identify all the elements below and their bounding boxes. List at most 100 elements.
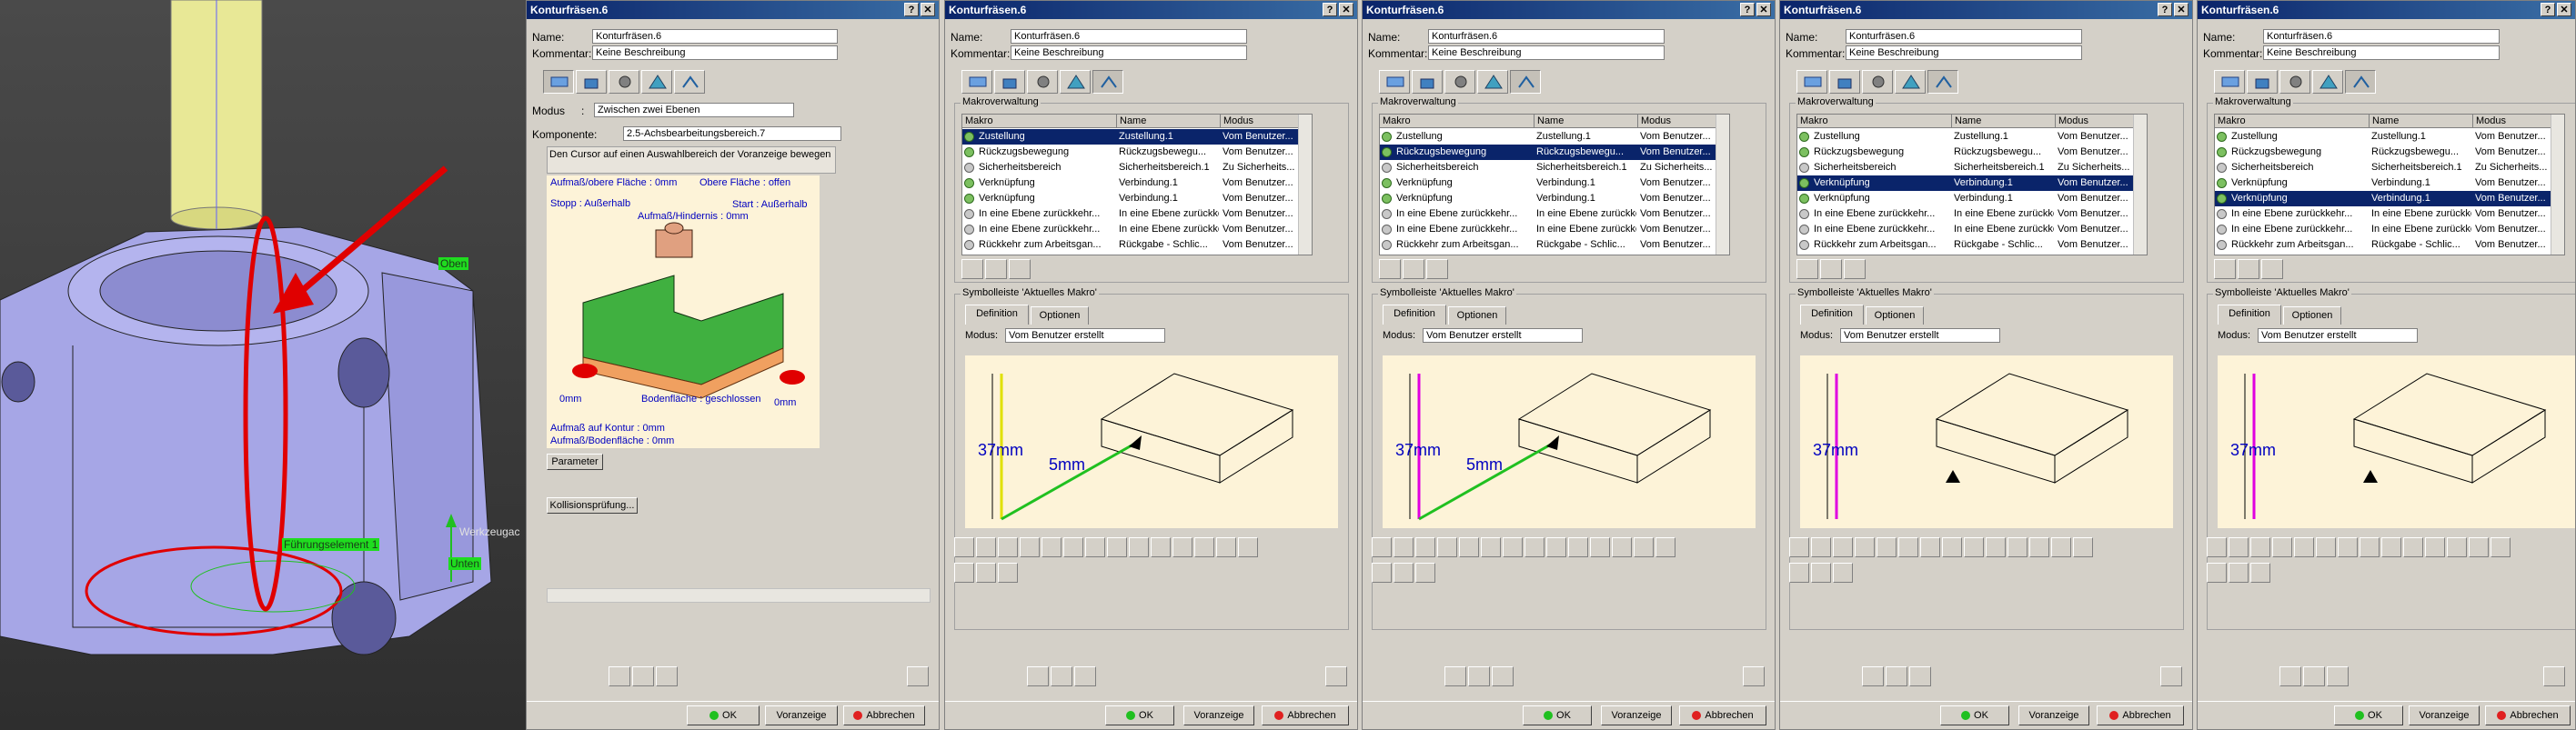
- tab-macros[interactable]: [1092, 70, 1123, 94]
- column-header-makro[interactable]: Makro: [1380, 115, 1535, 128]
- macro-motion-button[interactable]: [998, 537, 1018, 557]
- column-header-name[interactable]: Name: [2370, 115, 2473, 128]
- macro-row[interactable]: In eine Ebene zurückkehr... In eine Eben…: [962, 222, 1299, 237]
- macro-motion-button[interactable]: [1172, 537, 1192, 557]
- dimension-vertical[interactable]: 37mm: [1395, 441, 1441, 460]
- tool-path-replay-button[interactable]: [1862, 666, 1884, 686]
- tab-strategy[interactable]: [961, 70, 992, 94]
- tab-definition[interactable]: Definition: [965, 305, 1029, 325]
- macro-motion-button[interactable]: [1964, 537, 1984, 557]
- macro-delete-button[interactable]: [1372, 563, 1392, 583]
- macro-motion-button[interactable]: [1655, 537, 1675, 557]
- tab-feeds[interactable]: [1477, 70, 1508, 94]
- upper-surface-label[interactable]: Obere Fläche : offen: [699, 177, 790, 188]
- macro-paste-button[interactable]: [1844, 259, 1866, 279]
- tab-tool[interactable]: [1027, 70, 1058, 94]
- simulate-button[interactable]: [1051, 666, 1072, 686]
- comment-field[interactable]: Keine Beschreibung: [2263, 45, 2500, 60]
- macro-row[interactable]: Rückzugsbewegung Rückzugsbewegu... Vom B…: [1797, 145, 2134, 160]
- column-header-makro[interactable]: Makro: [1797, 115, 1952, 128]
- macro-row[interactable]: Verknüpfung Verbindung.1 Vom Benutzer...: [2215, 191, 2551, 206]
- cancel-button[interactable]: Abbrechen: [2485, 705, 2571, 725]
- macro-properties-button[interactable]: [1415, 563, 1435, 583]
- macro-mode-dropdown[interactable]: Vom Benutzer erstellt: [1423, 328, 1583, 343]
- macro-activate-button[interactable]: [1379, 259, 1401, 279]
- tool-path-replay-button[interactable]: [1444, 666, 1466, 686]
- macro-row[interactable]: In eine Ebene zurückkehr... In eine Eben…: [962, 206, 1299, 222]
- tab-feeds[interactable]: [1895, 70, 1926, 94]
- column-header-makro[interactable]: Makro: [962, 115, 1117, 128]
- macro-row[interactable]: Rückzugsbewegung Rückzugsbewegu... Vom B…: [962, 145, 1299, 160]
- name-field[interactable]: Konturfräsen.6: [1011, 29, 1247, 44]
- macro-delete-button[interactable]: [954, 563, 974, 583]
- macro-motion-button[interactable]: [1129, 537, 1149, 557]
- tab-geometry[interactable]: [1829, 70, 1860, 94]
- tab-macros[interactable]: [1927, 70, 1958, 94]
- macro-copy-button[interactable]: [2238, 259, 2259, 279]
- macro-motion-button[interactable]: [1986, 537, 2006, 557]
- tab-macros[interactable]: [674, 70, 705, 94]
- tab-definition[interactable]: Definition: [1383, 305, 1446, 325]
- macro-delete-button[interactable]: [1789, 563, 1809, 583]
- macro-motion-button[interactable]: [2272, 537, 2292, 557]
- macro-copy-button[interactable]: [1403, 259, 1424, 279]
- macro-row[interactable]: Zustellung Zustellung.1 Vom Benutzer...: [1797, 129, 2134, 145]
- left-offset-label[interactable]: 0mm: [559, 394, 581, 405]
- help-button[interactable]: ?: [1740, 3, 1755, 16]
- macro-motion-button[interactable]: [2425, 537, 2445, 557]
- macro-motion-button[interactable]: [1394, 537, 1414, 557]
- comment-field[interactable]: Keine Beschreibung: [1428, 45, 1665, 60]
- tab-geometry[interactable]: [576, 70, 607, 94]
- macro-motion-button[interactable]: [1085, 537, 1105, 557]
- macro-motion-button[interactable]: [1920, 537, 1940, 557]
- macro-motion-button[interactable]: [1612, 537, 1632, 557]
- close-button[interactable]: ✕: [2557, 3, 2571, 16]
- name-field[interactable]: Konturfräsen.6: [592, 29, 838, 44]
- tab-options[interactable]: Optionen: [1866, 306, 1924, 325]
- cancel-button[interactable]: Abbrechen: [843, 705, 925, 725]
- macro-motion-button[interactable]: [2294, 537, 2314, 557]
- macro-list-scrollbar[interactable]: [1298, 115, 1312, 255]
- macro-row[interactable]: Zustellung Zustellung.1 Vom Benutzer...: [962, 129, 1299, 145]
- macro-row[interactable]: Sicherheitsbereich Sicherheitsbereich.1 …: [962, 160, 1299, 175]
- macro-motion-button[interactable]: [1238, 537, 1258, 557]
- macro-motion-button[interactable]: [1877, 537, 1897, 557]
- macro-motion-button[interactable]: [1833, 537, 1853, 557]
- column-header-modus[interactable]: Modus: [1638, 115, 1718, 128]
- preview-button[interactable]: Voranzeige: [2018, 705, 2089, 725]
- macro-list[interactable]: Makro Name Modus Zustellung Zustellung.1…: [2214, 114, 2565, 255]
- macro-motion-button[interactable]: [954, 537, 974, 557]
- macro-row[interactable]: Rückkehr zum Arbeitsgan... Rückgabe - Sc…: [1797, 237, 2134, 253]
- macro-row[interactable]: In eine Ebene zurückkehr... In eine Eben…: [2215, 206, 2551, 222]
- macro-sketch[interactable]: 37mm: [2218, 355, 2575, 528]
- info-button[interactable]: [2543, 666, 2565, 686]
- macro-motion-button[interactable]: [1041, 537, 1062, 557]
- tab-feeds[interactable]: [2312, 70, 2343, 94]
- tool-path-replay-button[interactable]: [609, 666, 630, 686]
- macro-motion-button[interactable]: [2229, 537, 2249, 557]
- column-header-makro[interactable]: Makro: [2215, 115, 2370, 128]
- ok-button[interactable]: OK: [1523, 705, 1592, 725]
- tool-path-replay-button[interactable]: [1027, 666, 1049, 686]
- macro-row[interactable]: Verknüpfung Verbindung.1 Vom Benutzer...: [2215, 175, 2551, 191]
- macro-motion-button[interactable]: [1590, 537, 1610, 557]
- macro-activate-button[interactable]: [961, 259, 983, 279]
- macro-list-scrollbar[interactable]: [2551, 115, 2564, 255]
- macro-motion-button[interactable]: [2360, 537, 2380, 557]
- 3d-viewport[interactable]: Oben Unten Werkzeugac Führungselement 1: [0, 0, 526, 730]
- column-header-modus[interactable]: Modus: [2473, 115, 2553, 128]
- macro-delete-button[interactable]: [2207, 563, 2227, 583]
- tab-feeds[interactable]: [641, 70, 672, 94]
- cancel-button[interactable]: Abbrechen: [1262, 705, 1349, 725]
- macro-row[interactable]: Rückkehr zum Arbeitsgan... Rückgabe - Sc…: [962, 237, 1299, 253]
- ok-button[interactable]: OK: [2334, 705, 2403, 725]
- macro-delete-all-button[interactable]: [2229, 563, 2249, 583]
- bottom-offset-label[interactable]: Aufmaß/Bodenfläche : 0mm: [550, 435, 674, 446]
- macro-motion-button[interactable]: [1063, 537, 1083, 557]
- macro-row[interactable]: In eine Ebene zurückkehr... In eine Eben…: [1380, 206, 1716, 222]
- tab-options[interactable]: Optionen: [2283, 306, 2341, 325]
- macro-motion-button[interactable]: [2490, 537, 2511, 557]
- modus-dropdown[interactable]: Zwischen zwei Ebenen: [594, 103, 794, 117]
- macro-row[interactable]: In eine Ebene zurückkehr... In eine Eben…: [1380, 222, 1716, 237]
- macro-sketch[interactable]: 37mm: [1800, 355, 2173, 528]
